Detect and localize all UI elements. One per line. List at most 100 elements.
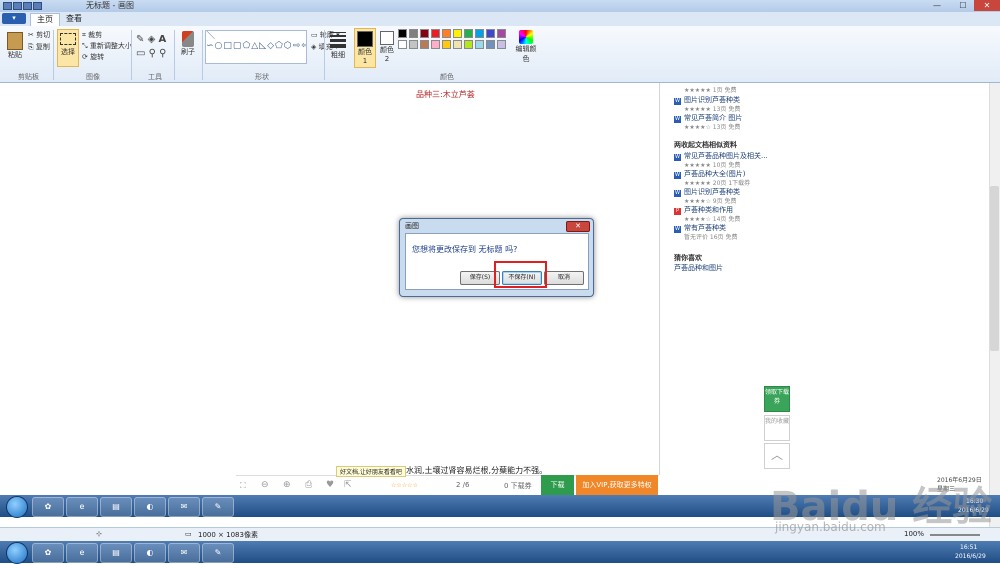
back-to-top-icon[interactable]: ︿	[764, 443, 790, 469]
palette-swatch[interactable]	[453, 40, 462, 49]
brushes-button[interactable]: 刷子	[178, 29, 198, 65]
eraser-icon[interactable]: ▭	[136, 48, 145, 59]
shapes-group-label: 形状	[255, 73, 269, 81]
tab-view[interactable]: 查看	[60, 13, 88, 25]
copy-button[interactable]: ⎘ 复制	[28, 42, 50, 52]
fill-bucket-icon[interactable]: ◈	[148, 34, 156, 45]
color-picker-icon[interactable]: ⚲	[149, 48, 156, 59]
clock-date[interactable]: 2016/6/29	[955, 553, 986, 560]
start-button[interactable]	[6, 542, 28, 564]
explorer-taskbar-icon[interactable]: ▤	[100, 497, 132, 517]
vip-button[interactable]: 加入VIP,获取更多特权	[576, 475, 658, 496]
palette-swatch[interactable]	[486, 40, 495, 49]
cancel-button[interactable]: 取消	[544, 271, 584, 285]
palette-swatch[interactable]	[420, 40, 429, 49]
explorer-taskbar-icon[interactable]: ▤	[100, 543, 132, 563]
rotate-button[interactable]: ⟳ 旋转	[82, 52, 104, 62]
app-taskbar-icon[interactable]: ✿	[32, 543, 64, 563]
color2-button[interactable]: 颜色 2	[377, 28, 397, 66]
palette-swatch[interactable]	[486, 29, 495, 38]
palette-swatch[interactable]	[442, 29, 451, 38]
palette-swatch[interactable]	[464, 29, 473, 38]
save-icon[interactable]	[13, 2, 22, 10]
shape-curve-icon[interactable]: ∽	[206, 41, 215, 51]
guess-heading: 猜你喜欢	[674, 254, 702, 262]
shapes-gallery[interactable]: ＼∽○□▢⬠△◺◇⬠⬡⇨⇦⇧⇩✧☆✡▭♡	[205, 30, 307, 64]
paint-taskbar-icon[interactable]: ✎	[202, 497, 234, 517]
download-button[interactable]: 下载	[541, 475, 574, 496]
maximize-button[interactable]: ☐	[950, 0, 976, 11]
pencil-icon[interactable]: ✎	[136, 34, 144, 45]
text-icon[interactable]: A	[158, 34, 166, 45]
palette-swatch[interactable]	[464, 40, 473, 49]
zoom-out-icon[interactable]: ⊖	[261, 480, 269, 490]
ie-taskbar-icon[interactable]: e	[66, 497, 98, 517]
favorite-icon[interactable]: ♥	[326, 480, 334, 490]
close-button[interactable]: ✕	[974, 0, 1000, 11]
scrollbar-thumb[interactable]	[990, 186, 999, 351]
shape-polygon-icon[interactable]: ⬠	[242, 41, 251, 51]
minimize-button[interactable]: —	[924, 0, 950, 11]
palette-swatch[interactable]	[497, 40, 506, 49]
zoom-slider[interactable]	[930, 534, 980, 536]
color1-button[interactable]: 颜色 1	[354, 28, 376, 68]
shape-triangle-icon[interactable]: △	[251, 41, 259, 51]
magnifier-icon[interactable]: ⚲	[159, 48, 166, 59]
wechat-taskbar-icon[interactable]: ✉	[168, 497, 200, 517]
palette-swatch[interactable]	[398, 40, 407, 49]
shape-roundrect-icon[interactable]: ▢	[233, 41, 243, 51]
size-button[interactable]: 粗细	[328, 30, 348, 64]
crop-button[interactable]: ⌗ 裁剪	[82, 30, 102, 40]
shape-diamond-icon[interactable]: ◇	[267, 41, 275, 51]
float-collect-button[interactable]: 我的收藏	[764, 415, 790, 441]
dialog-close-button[interactable]: ✕	[566, 221, 590, 232]
start-button[interactable]	[6, 496, 28, 518]
shape-pentagon-icon[interactable]: ⬠	[275, 41, 284, 51]
print-icon[interactable]: ⎙	[305, 480, 312, 490]
shape-line-icon[interactable]: ＼	[206, 31, 216, 41]
clock-time[interactable]: 16:51	[960, 544, 977, 551]
shape-rect-icon[interactable]: □	[223, 41, 233, 51]
palette-swatch[interactable]	[431, 29, 440, 38]
palette-swatch[interactable]	[431, 40, 440, 49]
list-item-meta: ★★★★★ 1页 免费	[684, 87, 737, 94]
shape-hexagon-icon[interactable]: ⬡	[284, 41, 293, 51]
shape-arrow-left-icon[interactable]: ⇦	[301, 41, 306, 51]
app-icon[interactable]	[3, 2, 12, 10]
palette-swatch[interactable]	[475, 29, 484, 38]
ie-taskbar-icon[interactable]: e	[66, 543, 98, 563]
undo-icon[interactable]	[23, 2, 32, 10]
tab-home[interactable]: 主页	[30, 13, 60, 26]
list-item-title: 常见芦荟品种图片及相关...	[684, 152, 768, 160]
file-menu-button[interactable]: ▾	[2, 13, 26, 24]
wechat-taskbar-icon[interactable]: ✉	[168, 543, 200, 563]
cut-button[interactable]: ✂ 剪切	[28, 30, 50, 40]
edit-colors-button[interactable]: 编辑颜色	[513, 29, 539, 63]
redo-icon[interactable]	[33, 2, 42, 10]
palette-swatch[interactable]	[442, 40, 451, 49]
select-button[interactable]: 选择	[57, 29, 79, 67]
palette-swatch[interactable]	[420, 29, 429, 38]
float-download-button[interactable]: 领取下载券	[764, 386, 790, 412]
zoom-in-icon[interactable]: ⊕	[283, 480, 291, 490]
resize-button[interactable]: ⤡ 重新调整大小	[82, 41, 132, 51]
browser-taskbar-icon[interactable]: ◐	[134, 497, 166, 517]
shape-right-triangle-icon[interactable]: ◺	[259, 41, 267, 51]
page-indicator[interactable]: 2 /6	[456, 481, 470, 489]
share-icon[interactable]: ⇱	[344, 480, 352, 490]
edit-colors-label: 编辑颜色	[515, 45, 537, 63]
palette-swatch[interactable]	[453, 29, 462, 38]
paste-button[interactable]: 粘贴	[4, 29, 26, 65]
paint-taskbar-icon[interactable]: ✎	[202, 543, 234, 563]
palette-swatch[interactable]	[475, 40, 484, 49]
browser-taskbar-icon[interactable]: ◐	[134, 543, 166, 563]
shape-arrow-right-icon[interactable]: ⇨	[293, 41, 302, 51]
palette-swatch[interactable]	[409, 40, 418, 49]
fullscreen-icon[interactable]: ⛶	[240, 481, 246, 491]
guess-link[interactable]: 芦荟品种和图片	[674, 263, 723, 273]
ribbon-tabs	[0, 12, 1000, 27]
palette-swatch[interactable]	[409, 29, 418, 38]
app-taskbar-icon[interactable]: ✿	[32, 497, 64, 517]
palette-swatch[interactable]	[497, 29, 506, 38]
palette-swatch[interactable]	[398, 29, 407, 38]
